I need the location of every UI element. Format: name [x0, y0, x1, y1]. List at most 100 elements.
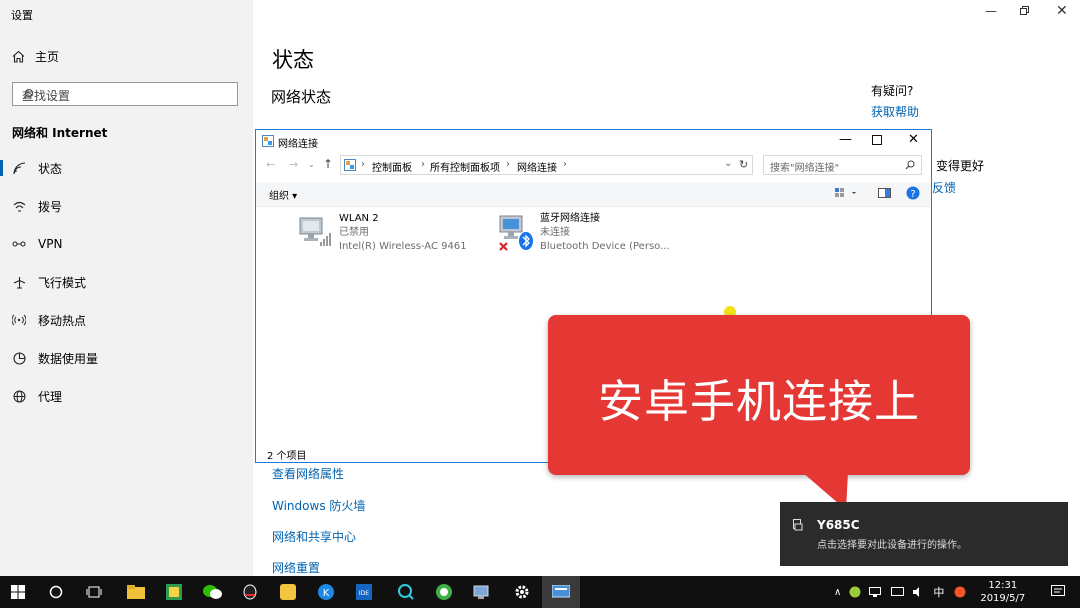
command-bar: 组织 ▾ ?: [256, 182, 931, 207]
home-icon: [12, 50, 25, 63]
settings-window-title: 设置: [11, 9, 33, 22]
task-view-icon[interactable]: [76, 576, 112, 608]
toast-message: 点击选择要对此设备进行的操作。: [817, 540, 967, 551]
svg-text:IDE: IDE: [359, 590, 369, 597]
svg-text:?: ?: [910, 189, 915, 200]
nav-item-status[interactable]: 状态: [0, 153, 253, 183]
action-center-icon[interactable]: [1040, 576, 1076, 608]
control-panel-taskbar-icon[interactable]: [542, 576, 580, 608]
breadcrumb-item[interactable]: 网络连接: [517, 159, 557, 174]
firewall-link[interactable]: Windows 防火墙: [272, 497, 365, 514]
sharing-center-link[interactable]: 网络和共享中心: [272, 528, 356, 545]
get-help-link[interactable]: 获取帮助: [871, 103, 919, 120]
wechat-icon[interactable]: [194, 576, 230, 608]
adapter-status: 未连接: [540, 227, 570, 238]
explorer-close-button[interactable]: ✕: [908, 132, 919, 147]
forward-arrow-icon[interactable]: →: [289, 158, 298, 171]
vpn-icon: [12, 239, 26, 249]
ime-indicator[interactable]: 中: [933, 584, 944, 600]
nav-item-dialup[interactable]: 拨号: [0, 191, 253, 221]
nav-item-data-usage[interactable]: 数据使用量: [0, 343, 253, 373]
settings-sidebar: 设置 主页 查找设置 网络和 Internet 状态 拨号 VPN 飞行模式 移…: [0, 0, 253, 576]
control-panel-icon: [262, 135, 274, 147]
breadcrumb-item[interactable]: 所有控制面板项: [430, 159, 500, 174]
home-nav-item[interactable]: 主页: [12, 48, 59, 65]
nav-item-hotspot[interactable]: 移动热点: [0, 305, 253, 335]
network-tray-icon[interactable]: [869, 587, 883, 597]
address-bar[interactable]: › 控制面板 › 所有控制面板项 › 网络连接 › ⌄ ↻: [340, 155, 753, 175]
feedback-link[interactable]: 反馈: [932, 179, 956, 196]
adapter-name: WLAN 2: [339, 213, 379, 224]
search-icon: [22, 88, 231, 100]
tray-app-icon[interactable]: [849, 586, 861, 598]
sogou-ime-icon[interactable]: [954, 586, 966, 598]
explorer-status-bar: 2 个项目: [267, 451, 307, 462]
adapter-device: Bluetooth Device (Perso...: [540, 241, 670, 252]
jdk-app-icon[interactable]: IDE: [346, 576, 382, 608]
preview-pane-icon[interactable]: [878, 188, 891, 198]
globe-icon: [12, 390, 26, 403]
dialup-icon: [12, 200, 26, 213]
display-tray-icon[interactable]: [891, 587, 905, 597]
adapter-device: Intel(R) Wireless-AC 9461: [339, 241, 467, 252]
qq-icon[interactable]: [232, 576, 268, 608]
help-question: 有疑问?: [871, 84, 914, 98]
toast-title: Y685C: [817, 518, 860, 532]
help-icon[interactable]: ?: [906, 186, 920, 200]
breadcrumb-item[interactable]: 控制面板: [372, 159, 412, 174]
start-button[interactable]: [0, 576, 36, 608]
nav-label: 数据使用量: [38, 351, 99, 366]
clock-date: 2019/5/7: [980, 593, 1026, 604]
page-subtitle: 网络状态: [271, 88, 332, 106]
device-toast-notification[interactable]: Y685C 点击选择要对此设备进行的操作。: [780, 502, 1068, 566]
explorer-title: 网络连接: [278, 139, 318, 150]
nav-item-proxy[interactable]: 代理: [0, 381, 253, 411]
explorer-search-input[interactable]: 搜索"网络连接": [763, 155, 922, 175]
control-panel-icon: [344, 159, 356, 171]
search-app-icon[interactable]: [388, 576, 424, 608]
tray-overflow-icon[interactable]: ∧: [834, 587, 841, 598]
device-icon: [793, 519, 803, 531]
notepad-app-icon[interactable]: [156, 576, 192, 608]
network-properties-link[interactable]: 查看网络属性: [272, 465, 344, 482]
file-explorer-icon[interactable]: [118, 576, 154, 608]
up-arrow-icon[interactable]: ↑: [323, 157, 333, 171]
nav-item-vpn[interactable]: VPN: [0, 229, 253, 259]
kugou-icon[interactable]: K: [308, 576, 344, 608]
explorer-maximize-button[interactable]: [872, 135, 882, 145]
explorer-minimize-button[interactable]: —: [839, 132, 852, 147]
browser-360-icon[interactable]: [426, 576, 462, 608]
settings-gear-icon[interactable]: [504, 576, 540, 608]
restore-button[interactable]: [1020, 6, 1029, 15]
improve-text: 变得更好: [936, 159, 985, 173]
adapter-name: 蓝牙网络连接: [540, 213, 600, 224]
back-arrow-icon[interactable]: ←: [266, 158, 275, 171]
volume-icon[interactable]: [913, 587, 925, 597]
view-options-icon[interactable]: [835, 187, 857, 199]
cortana-icon[interactable]: [38, 576, 74, 608]
nav-label: 代理: [38, 389, 63, 404]
nav-label: 移动热点: [38, 313, 87, 328]
refresh-icon[interactable]: ↻: [739, 158, 748, 171]
nav-label: VPN: [38, 237, 63, 251]
recent-dropdown-icon[interactable]: ⌄: [308, 160, 315, 169]
notes-app-icon[interactable]: [270, 576, 306, 608]
nav-item-airplane[interactable]: 飞行模式: [0, 267, 253, 297]
organize-button[interactable]: 组织 ▾: [269, 187, 297, 202]
network-tool-icon[interactable]: [464, 576, 500, 608]
annotation-banner: 安卓手机连接上: [548, 315, 970, 475]
bluetooth-adapter-icon: [498, 214, 536, 254]
svg-text:K: K: [323, 588, 330, 599]
search-icon: [905, 160, 915, 170]
hotspot-icon: [12, 314, 26, 326]
network-reset-link[interactable]: 网络重置: [272, 559, 320, 576]
banner-text: 安卓手机连接上: [597, 375, 920, 428]
minimize-button[interactable]: —: [985, 4, 997, 18]
nav-label: 状态: [38, 161, 63, 176]
address-dropdown-icon[interactable]: ⌄: [724, 158, 732, 169]
settings-search-input[interactable]: 查找设置: [12, 82, 238, 106]
explorer-search-placeholder: 搜索"网络连接": [770, 163, 840, 174]
nav-label: 拨号: [38, 199, 63, 214]
clock[interactable]: 12:31 2019/5/7: [980, 579, 1025, 605]
close-button[interactable]: ✕: [1056, 3, 1068, 19]
